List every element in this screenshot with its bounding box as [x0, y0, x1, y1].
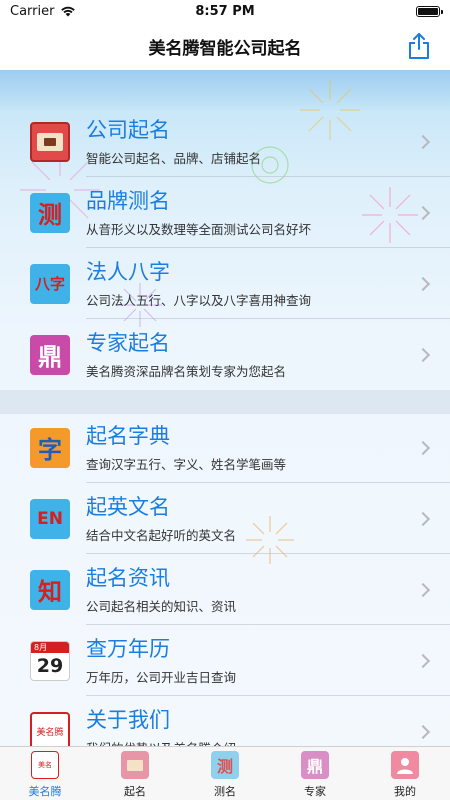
dictionary-icon-glyph: 字 [38, 436, 62, 464]
tab-bar: 美名 美名腾 起名 测 测名 鼎 专家 我的 [0, 746, 450, 800]
menu-item-company-naming[interactable]: 公司起名 智能公司起名、品牌、店铺起名 [0, 106, 450, 177]
bazi-icon-glyph: 八字 [34, 275, 65, 293]
profile-icon [391, 751, 419, 779]
about-logo-icon: 美名腾 [30, 711, 70, 746]
expert-icon: 鼎 [30, 334, 70, 375]
menu-item-naming-news[interactable]: 知 起名资讯 公司起名相关的知识、资讯 [0, 554, 450, 625]
menu-item-subtitle: 从音形义以及数理等全面测试公司名好坏 [86, 221, 312, 237]
test-tab-icon: 测 [211, 751, 239, 779]
tab-expert[interactable]: 鼎 专家 [270, 747, 360, 800]
section-tools: 字 起名字典 查询汉字五行、字义、姓名学笔画等 EN 起英文名 结合中文名起好听… [0, 412, 450, 746]
menu-item-subtitle: 公司法人五行、八字以及八字喜用神查询 [86, 292, 312, 308]
menu-item-calendar[interactable]: 8月 29 查万年历 万年历，公司开业吉日查询 [0, 625, 450, 696]
battery-icon [415, 5, 443, 17]
menu-item-title: 起名资讯 [86, 565, 170, 590]
english-icon: EN [30, 498, 70, 539]
menu-item-title: 查万年历 [86, 636, 170, 661]
knowledge-icon: 知 [30, 569, 70, 610]
english-icon-glyph: EN [37, 508, 63, 529]
menu-item-subtitle: 查询汉字五行、字义、姓名学笔画等 [86, 456, 287, 472]
menu-item-subtitle: 公司起名相关的知识、资讯 [86, 598, 237, 614]
share-icon[interactable] [406, 32, 432, 60]
tab-profile[interactable]: 我的 [360, 747, 450, 800]
home-logo-icon: 美名 [31, 751, 59, 779]
tab-label: 美名腾 [28, 785, 62, 798]
menu-item-subtitle: 智能公司起名、品牌、店铺起名 [86, 150, 262, 166]
menu-item-brand-test[interactable]: 测 品牌测名 从音形义以及数理等全面测试公司名好坏 [0, 177, 450, 248]
tab-label: 测名 [214, 785, 236, 798]
tab-home[interactable]: 美名 美名腾 [0, 747, 90, 800]
tab-test[interactable]: 测 测名 [180, 747, 270, 800]
carrier-label: Carrier [10, 3, 55, 19]
menu-item-title: 起英文名 [86, 494, 170, 519]
test-icon-glyph: 测 [38, 201, 62, 229]
tab-label: 专家 [304, 785, 326, 798]
calendar-icon: 8月 29 [30, 640, 70, 681]
status-bar: Carrier 8:57 PM [0, 0, 450, 22]
wifi-icon [61, 6, 76, 17]
about-logo-text: 美名腾 [36, 728, 64, 738]
calendar-month: 8月 [34, 642, 48, 652]
expert-tab-icon: 鼎 [301, 751, 329, 779]
menu-item-title: 品牌测名 [86, 188, 170, 213]
menu-item-title: 法人八字 [86, 259, 170, 284]
sky-background [0, 70, 450, 110]
menu-item-title: 公司起名 [86, 117, 170, 142]
menu-item-title: 起名字典 [86, 423, 170, 448]
menu-item-expert-naming[interactable]: 鼎 专家起名 美名腾资深品牌名策划专家为您起名 [0, 319, 450, 390]
naming-icon [121, 751, 149, 779]
menu-item-about-us[interactable]: 美名腾 关于我们 我们的优势以及美名腾介绍 [0, 696, 450, 746]
tab-naming[interactable]: 起名 [90, 747, 180, 800]
menu-item-subtitle: 结合中文名起好听的英文名 [86, 527, 237, 543]
tab-label: 我的 [394, 785, 416, 798]
navigation-bar: 美名腾智能公司起名 [0, 22, 450, 70]
section-divider [0, 390, 450, 414]
section-primary: 公司起名 智能公司起名、品牌、店铺起名 测 品牌测名 从音形义以及数理等全面测试… [0, 106, 450, 390]
test-icon: 测 [30, 192, 70, 233]
bazi-icon: 八字 [30, 263, 70, 304]
menu-item-title: 关于我们 [86, 707, 170, 732]
expert-icon-glyph: 鼎 [38, 343, 62, 371]
menu-item-english-name[interactable]: EN 起英文名 结合中文名起好听的英文名 [0, 483, 450, 554]
menu-item-title: 专家起名 [86, 330, 170, 355]
knowledge-icon-glyph: 知 [38, 578, 62, 606]
menu-item-legal-bazi[interactable]: 八字 法人八字 公司法人五行、八字以及八字喜用神查询 [0, 248, 450, 319]
company-seal-icon [30, 121, 70, 162]
menu-item-subtitle: 美名腾资深品牌名策划专家为您起名 [86, 363, 287, 379]
page-title: 美名腾智能公司起名 [148, 38, 302, 59]
menu-item-dictionary[interactable]: 字 起名字典 查询汉字五行、字义、姓名学笔画等 [0, 412, 450, 483]
menu-item-subtitle: 我们的优势以及美名腾介绍 [86, 738, 450, 747]
menu-list: 公司起名 智能公司起名、品牌、店铺起名 测 品牌测名 从音形义以及数理等全面测试… [0, 70, 450, 746]
calendar-day: 29 [36, 654, 64, 677]
tab-label: 起名 [124, 785, 146, 798]
menu-item-subtitle: 万年历，公司开业吉日查询 [86, 669, 237, 685]
status-time: 8:57 PM [195, 3, 255, 19]
dictionary-icon: 字 [30, 427, 70, 468]
